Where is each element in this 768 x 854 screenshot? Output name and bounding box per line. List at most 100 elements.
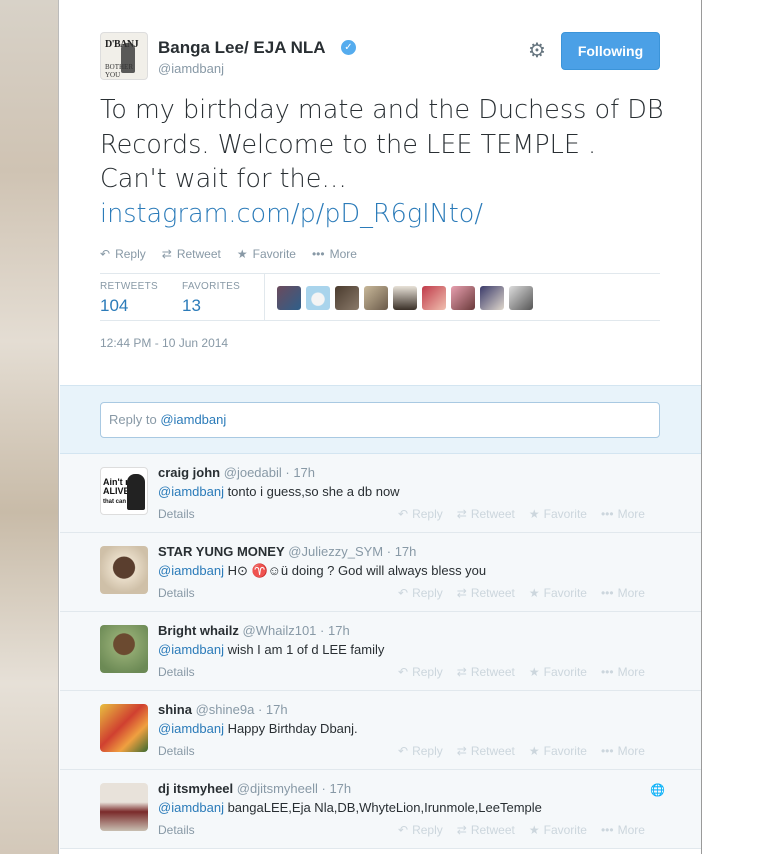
reply-input-mention: @iamdbanj: [160, 412, 227, 427]
reply-author[interactable]: dj itsmyheel @djitsmyheell · 17h: [158, 781, 351, 796]
reply-input-prefix: Reply to: [109, 412, 161, 427]
reply-icon: ↶: [398, 744, 409, 758]
author-handle[interactable]: @iamdbanj: [158, 61, 224, 76]
more-icon: •••: [600, 823, 614, 837]
retweets-stat[interactable]: RETWEETS 104: [100, 281, 158, 316]
reply-body: bangaLEE,Eja Nla,DB,WhyteLion,Irunmole,L…: [223, 800, 542, 815]
reply-icon: ↶: [398, 823, 409, 837]
retweet-action[interactable]: ⇄ Retweet: [457, 744, 515, 758]
reply-avatar[interactable]: Ain't no ALIVE that can take: [100, 467, 148, 515]
tweet-link[interactable]: instagram.com/p/pD_R6gINto/: [100, 199, 483, 229]
favorite-action[interactable]: ★ Favorite: [529, 665, 587, 679]
favorite-action[interactable]: ★ Favorite: [237, 247, 296, 261]
favoriter-avatar[interactable]: [364, 286, 388, 310]
retweet-action[interactable]: ⇄ Retweet: [457, 586, 515, 600]
reply-action[interactable]: ↶ Reply: [398, 507, 443, 521]
star-icon: ★: [528, 744, 540, 758]
reply-input[interactable]: Reply to @iamdbanj: [100, 402, 660, 438]
reply-details-link[interactable]: Details: [158, 823, 195, 837]
favorite-action[interactable]: ★ Favorite: [529, 507, 587, 521]
more-action[interactable]: ••• More: [601, 507, 645, 521]
reply-author-handle: @Juliezzy_SYM: [288, 544, 384, 559]
divider: [100, 320, 660, 321]
reply-author-name: Bright whailz: [158, 623, 239, 638]
reply-body: tonto i guess,so she a db now: [223, 484, 400, 499]
reply-item[interactable]: STAR YUNG MONEY @Juliezzy_SYM · 17h @iam…: [60, 533, 701, 612]
reply-time[interactable]: 17h: [293, 465, 315, 480]
reply-action[interactable]: ↶ Reply: [398, 586, 443, 600]
reply-action[interactable]: ↶ Reply: [100, 247, 146, 261]
favorite-action[interactable]: ★ Favorite: [529, 744, 587, 758]
reply-time[interactable]: 17h: [329, 781, 351, 796]
reply-item[interactable]: dj itsmyheel @djitsmyheell · 17h 🌐 @iamd…: [60, 770, 701, 849]
reply-mention[interactable]: @iamdbanj: [158, 484, 224, 499]
favoriter-avatar[interactable]: [509, 286, 533, 310]
retweet-action[interactable]: ⇄ Retweet: [162, 247, 221, 261]
reply-mention[interactable]: @iamdbanj: [158, 563, 224, 578]
following-button[interactable]: Following: [561, 32, 660, 70]
favorite-action[interactable]: ★ Favorite: [529, 586, 587, 600]
reply-action[interactable]: ↶ Reply: [398, 823, 443, 837]
star-icon: ★: [528, 507, 540, 521]
reply-item[interactable]: Ain't no ALIVE that can take craig john @j…: [60, 454, 701, 533]
reply-avatar[interactable]: [100, 546, 148, 594]
favorite-action[interactable]: ★ Favorite: [529, 823, 587, 837]
tweet-timestamp[interactable]: 12:44 PM - 10 Jun 2014: [100, 336, 228, 350]
author-name[interactable]: Banga Lee/ EJA NLA: [158, 38, 326, 58]
retweet-icon: ⇄: [456, 665, 467, 679]
reply-time-separator: ·: [317, 781, 330, 796]
reply-avatar[interactable]: [100, 704, 148, 752]
reply-time-separator: ·: [316, 623, 328, 638]
star-icon: ★: [528, 586, 540, 600]
reply-mention[interactable]: @iamdbanj: [158, 642, 224, 657]
favoriter-avatar[interactable]: [480, 286, 504, 310]
author-avatar[interactable]: D'BANJ BOTHER YOU: [100, 32, 148, 80]
retweet-action[interactable]: ⇄ Retweet: [457, 507, 515, 521]
reply-icon: ↶: [100, 247, 111, 261]
more-action[interactable]: ••• More: [312, 247, 357, 261]
reply-action[interactable]: ↶ Reply: [398, 744, 443, 758]
reply-avatar[interactable]: [100, 625, 148, 673]
more-action[interactable]: ••• More: [601, 665, 645, 679]
reply-actions: ↶ Reply ⇄ Retweet ★ Favorite ••• More: [398, 586, 645, 600]
more-icon: •••: [600, 507, 614, 521]
reply-details-link[interactable]: Details: [158, 507, 195, 521]
retweet-label: Retweet: [470, 744, 515, 758]
favoriter-avatar[interactable]: [306, 286, 330, 310]
reply-item[interactable]: shina @shine9a · 17h @iamdbanj Happy Bir…: [60, 691, 701, 770]
reply-mention[interactable]: @iamdbanj: [158, 800, 224, 815]
reply-avatar[interactable]: [100, 783, 148, 831]
more-action[interactable]: ••• More: [601, 586, 645, 600]
retweet-action[interactable]: ⇄ Retweet: [457, 823, 515, 837]
favoriter-avatar[interactable]: [335, 286, 359, 310]
reply-time[interactable]: 17h: [266, 702, 288, 717]
reply-icon: ↶: [398, 665, 409, 679]
reply-mention[interactable]: @iamdbanj: [158, 721, 224, 736]
more-action[interactable]: ••• More: [601, 744, 645, 758]
retweet-label: Retweet: [470, 586, 515, 600]
reply-details-link[interactable]: Details: [158, 665, 195, 679]
more-action[interactable]: ••• More: [601, 823, 645, 837]
retweet-icon: ⇄: [456, 823, 467, 837]
reply-author[interactable]: STAR YUNG MONEY @Juliezzy_SYM · 17h: [158, 544, 416, 559]
retweet-action[interactable]: ⇄ Retweet: [457, 665, 515, 679]
favorite-label: Favorite: [543, 507, 587, 521]
reply-item[interactable]: Bright whailz @Whailz101 · 17h @iamdbanj…: [60, 612, 701, 691]
reply-time-separator: ·: [281, 465, 294, 480]
reply-author[interactable]: craig john @joedabil · 17h: [158, 465, 315, 480]
favoriter-avatar[interactable]: [277, 286, 301, 310]
reply-time-separator: ·: [383, 544, 395, 559]
favoriter-avatar[interactable]: [422, 286, 446, 310]
gear-icon[interactable]: ⚙: [528, 38, 546, 63]
reply-author[interactable]: Bright whailz @Whailz101 · 17h: [158, 623, 350, 638]
reply-author[interactable]: shina @shine9a · 17h: [158, 702, 288, 717]
reply-time[interactable]: 17h: [395, 544, 417, 559]
reply-details-link[interactable]: Details: [158, 744, 195, 758]
reply-action[interactable]: ↶ Reply: [398, 665, 443, 679]
favorites-stat[interactable]: FAVORITES 13: [182, 281, 240, 316]
favoriter-avatar[interactable]: [393, 286, 417, 310]
favoriter-avatar[interactable]: [451, 286, 475, 310]
reply-time[interactable]: 17h: [328, 623, 350, 638]
reply-details-link[interactable]: Details: [158, 586, 195, 600]
reply-label: Reply: [412, 744, 443, 758]
